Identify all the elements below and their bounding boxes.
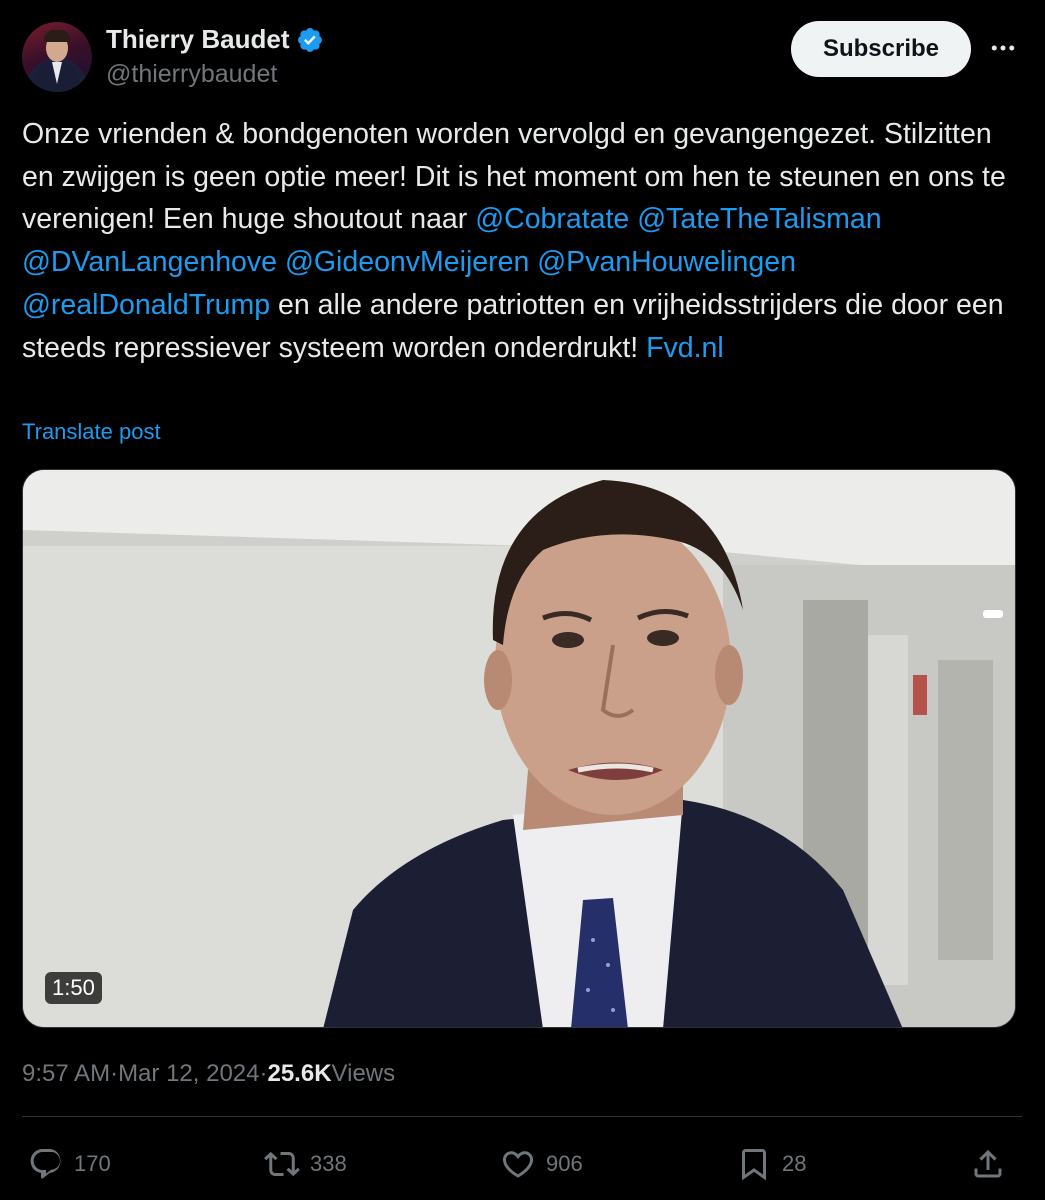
post-card: Thierry Baudet @thierrybaudet Subscribe … [0, 0, 1045, 1200]
verified-badge-icon [297, 27, 322, 52]
video-duration-badge: 1:50 [45, 972, 102, 1004]
like-button[interactable]: 906 [500, 1146, 583, 1182]
mention-link[interactable]: @realDonaldTrump [22, 289, 270, 321]
more-horizontal-icon[interactable] [985, 30, 1021, 66]
author-handle[interactable]: @thierrybaudet [106, 60, 277, 89]
post-text: Onze vrienden & bondgenoten worden vervo… [22, 113, 1022, 369]
mention-link[interactable]: @GideonvMeijeren [285, 246, 529, 278]
subscribe-button[interactable]: Subscribe [791, 21, 971, 77]
external-link[interactable]: Fvd.nl [646, 332, 724, 364]
repost-icon [264, 1151, 300, 1177]
author-name-row: Thierry Baudet [106, 24, 324, 55]
meta-separator: · [259, 1060, 268, 1087]
author-name[interactable]: Thierry Baudet [106, 24, 290, 55]
mention-link[interactable]: @DVanLangenhove [22, 246, 277, 278]
video-player[interactable]: 1:50 [22, 469, 1016, 1028]
author-avatar[interactable] [22, 22, 92, 92]
post-text-segment [629, 203, 637, 235]
repost-count: 338 [310, 1151, 347, 1176]
post-meta: 9:57 AM · Mar 12, 2024 · 25.6K Views [22, 1060, 395, 1088]
translate-post-link[interactable]: Translate post [22, 419, 161, 445]
bookmark-count: 28 [782, 1151, 807, 1176]
post-text-segment [277, 246, 285, 278]
meta-separator: · [110, 1060, 119, 1087]
post-time[interactable]: 9:57 AM [22, 1060, 110, 1088]
post-date[interactable]: Mar 12, 2024 [118, 1060, 259, 1088]
mention-link[interactable]: @TateTheTalisman [637, 203, 881, 235]
reply-icon [30, 1149, 61, 1179]
share-button[interactable] [970, 1146, 1006, 1182]
video-frame-image [23, 470, 1015, 1027]
like-count: 906 [546, 1151, 583, 1176]
divider [22, 1116, 1022, 1117]
reply-button[interactable]: 170 [28, 1146, 111, 1182]
share-icon [974, 1149, 1002, 1178]
views-count: 25.6K [267, 1060, 332, 1087]
bookmark-icon [742, 1149, 766, 1181]
mention-link[interactable]: @PvanHouwelingen [537, 246, 796, 278]
mention-link[interactable]: @Cobratate [475, 203, 629, 235]
heart-icon [502, 1151, 534, 1178]
bookmark-button[interactable]: 28 [736, 1146, 806, 1182]
repost-button[interactable]: 338 [264, 1146, 347, 1182]
reply-count: 170 [74, 1151, 111, 1176]
views-label: Views [331, 1060, 396, 1087]
